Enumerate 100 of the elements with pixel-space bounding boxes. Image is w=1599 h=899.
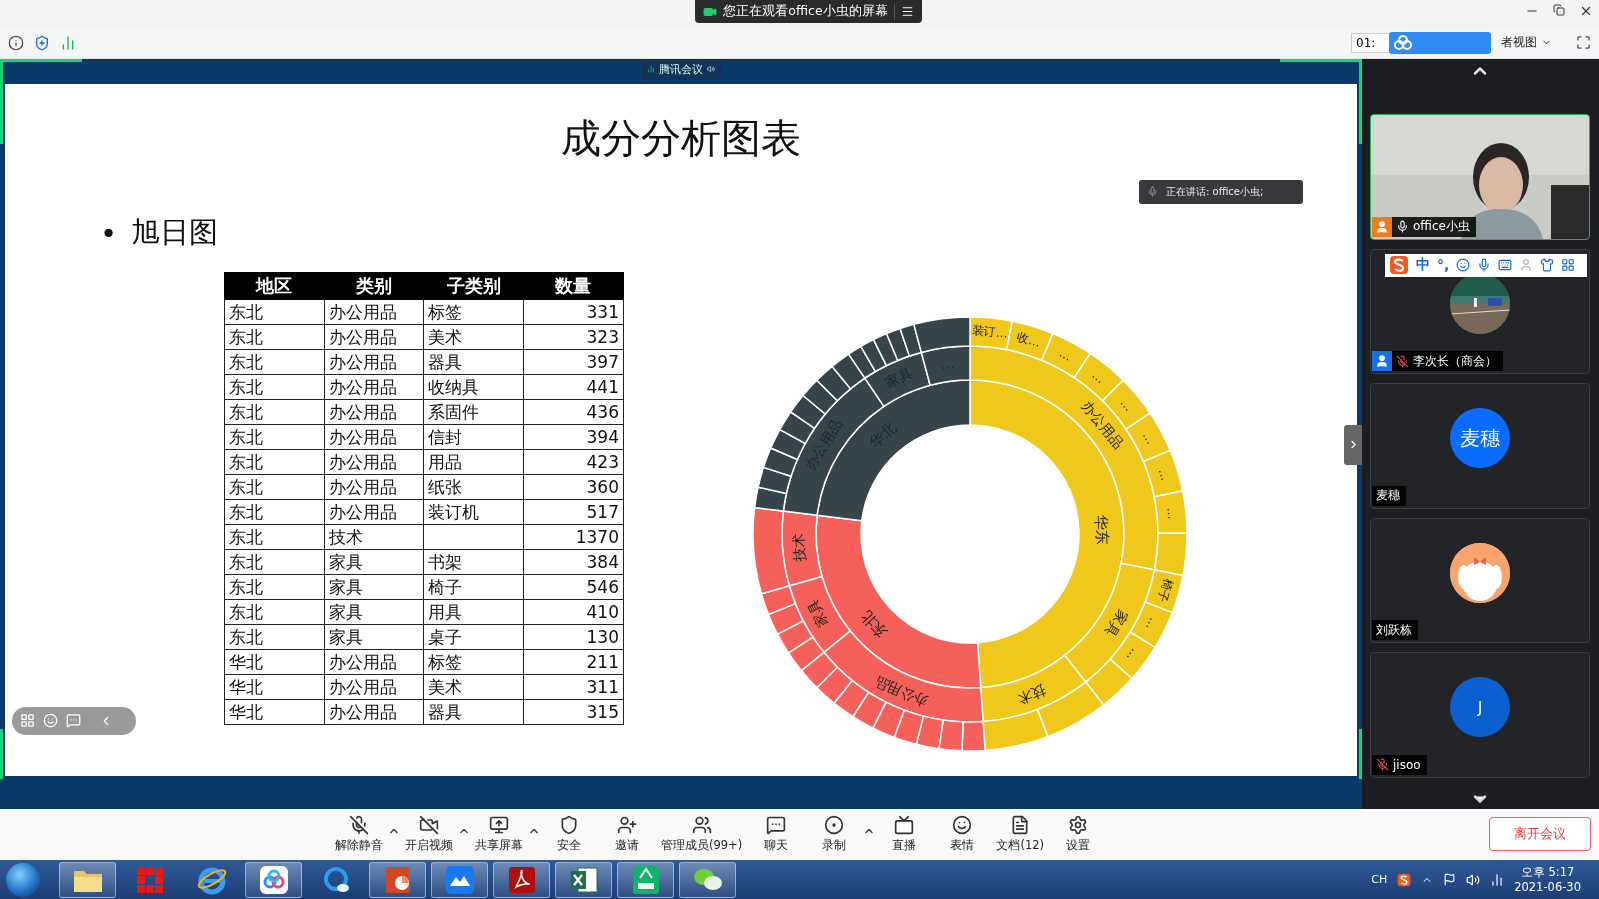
- flag-icon[interactable]: [1443, 873, 1457, 887]
- speaking-text: 正在讲话: office小虫;: [1166, 184, 1264, 199]
- taskbar-app[interactable]: [493, 861, 550, 898]
- shield-icon[interactable]: [34, 34, 50, 51]
- table-cell: 收纳具: [423, 374, 524, 400]
- taskbar-app[interactable]: [245, 861, 302, 898]
- clock[interactable]: 오후 5:17 2021-06-30: [1514, 865, 1581, 895]
- participant-name: 刘跃栋: [1376, 621, 1412, 639]
- segment-label: 收…: [1015, 329, 1043, 350]
- segment-label: …: [1089, 367, 1108, 386]
- camera-off-icon: [419, 815, 439, 836]
- view-dropdown[interactable]: 者视图: [1501, 34, 1537, 52]
- participant-tile[interactable]: office小虫: [1370, 114, 1590, 240]
- column-header: 数量: [523, 272, 624, 300]
- participant-tile[interactable]: 麦穗 麦穗: [1370, 383, 1590, 509]
- taskbar-app[interactable]: [617, 861, 674, 898]
- tv-icon: [894, 815, 915, 836]
- toolbar-button[interactable]: 管理成员(99+): [656, 815, 748, 854]
- taskbar-app[interactable]: [431, 861, 488, 898]
- start-button[interactable]: [6, 862, 40, 897]
- mountain-icon: [444, 864, 475, 895]
- toolbar-button[interactable]: 文档(12): [991, 815, 1050, 854]
- segment-label: 东北: [857, 607, 892, 642]
- table-cell: 华北: [224, 699, 325, 725]
- segment-label: 华东: [1092, 513, 1112, 545]
- table-cell: 1370: [523, 524, 624, 550]
- s-logo-icon[interactable]: [1397, 872, 1412, 887]
- smile-icon[interactable]: [1456, 258, 1471, 273]
- fullscreen-icon[interactable]: [1576, 35, 1591, 51]
- table-cell: 器具: [423, 349, 524, 375]
- table-cell: 信封: [423, 424, 524, 450]
- table-cell: 331: [523, 299, 624, 325]
- segment-label: 椅子: [1154, 576, 1176, 604]
- segment-label: …: [1123, 645, 1143, 664]
- keyboard-icon[interactable]: [1498, 258, 1513, 273]
- table-cell: 410: [523, 599, 624, 625]
- table-cell: 东北: [224, 574, 325, 600]
- taskbar-app[interactable]: [679, 861, 736, 898]
- smile-icon: [952, 815, 973, 836]
- bullet-text: 旭日图: [131, 213, 219, 251]
- segment-label: 家具: [803, 596, 831, 630]
- grid-icon[interactable]: [1561, 258, 1576, 273]
- segment-label: …: [939, 354, 956, 372]
- toolbar-button[interactable]: 表情: [933, 815, 992, 854]
- menu-icon[interactable]: [900, 5, 914, 18]
- taskbar-app[interactable]: [369, 861, 426, 898]
- add-person-icon: [617, 815, 637, 836]
- taskbar-app[interactable]: [555, 861, 612, 898]
- chat-icon[interactable]: [66, 713, 81, 729]
- mic-icon: [1147, 186, 1158, 198]
- participant-name: jisoo: [1393, 757, 1421, 772]
- shirt-icon[interactable]: [1540, 258, 1555, 273]
- speaker-icon[interactable]: [1466, 872, 1481, 887]
- mic-icon[interactable]: [1477, 258, 1492, 273]
- toolbar-button[interactable]: 邀请: [598, 815, 656, 854]
- segment-label: …: [1056, 345, 1075, 364]
- toolbar-button[interactable]: 录制: [805, 815, 864, 854]
- table-cell: 东北: [224, 399, 325, 425]
- grid-icon[interactable]: [20, 713, 35, 729]
- taskbar-app[interactable]: [59, 861, 116, 898]
- acrobat-icon: [507, 865, 536, 894]
- restore-icon[interactable]: [1553, 4, 1565, 16]
- close-icon[interactable]: [1579, 4, 1593, 18]
- toolbar-button[interactable]: 解除静音: [330, 815, 388, 854]
- segment-label: …: [1155, 466, 1173, 482]
- toolbar-button[interactable]: 共享屏幕: [470, 815, 528, 854]
- participant-tile[interactable]: J jisoo: [1370, 652, 1590, 778]
- ime-punctuation[interactable]: °,: [1437, 257, 1450, 274]
- segment-label: 装订…: [971, 322, 1009, 341]
- table-cell: 441: [523, 374, 624, 400]
- signal-icon[interactable]: [1490, 872, 1505, 887]
- language-indicator[interactable]: CH: [1371, 873, 1388, 887]
- leave-meeting-button[interactable]: 离开会议: [1489, 817, 1591, 852]
- participant-name: 麦穗: [1376, 487, 1400, 505]
- speaker-icon: [707, 65, 715, 74]
- table-cell: 椅子: [423, 574, 524, 600]
- segment-label: …: [1139, 428, 1158, 447]
- table-cell: 办公用品: [324, 399, 424, 425]
- table-cell: 东北: [224, 449, 325, 475]
- toolbar-button[interactable]: 设置: [1049, 815, 1108, 854]
- participant-tile[interactable]: 刘跃栋: [1370, 517, 1590, 644]
- table-cell: 家具: [324, 599, 424, 625]
- info-icon[interactable]: [8, 34, 24, 51]
- table-cell: 装订机: [423, 499, 524, 525]
- collapse-button[interactable]: [1344, 424, 1362, 465]
- participant-name: 李次长（商会）: [1413, 352, 1497, 370]
- table-cell: 东北: [224, 474, 325, 500]
- table-cell: 家具: [324, 549, 424, 575]
- table-cell: 东北: [224, 374, 325, 400]
- settings-icon: [1068, 815, 1089, 836]
- toolbar-button[interactable]: 安全: [540, 815, 598, 854]
- toolbar-button[interactable]: 开启视频: [400, 815, 458, 854]
- table-cell: 517: [523, 499, 624, 525]
- toolbar-button[interactable]: 聊天: [747, 815, 806, 854]
- timer: 01:: [1351, 32, 1391, 53]
- table-cell: 436: [523, 399, 624, 425]
- participant-tile[interactable]: 中 °, 李次长（商会）: [1370, 248, 1590, 375]
- toolbar-button[interactable]: 直播: [875, 815, 934, 854]
- ime-mode[interactable]: 中: [1416, 256, 1430, 275]
- people-icon: [691, 815, 712, 836]
